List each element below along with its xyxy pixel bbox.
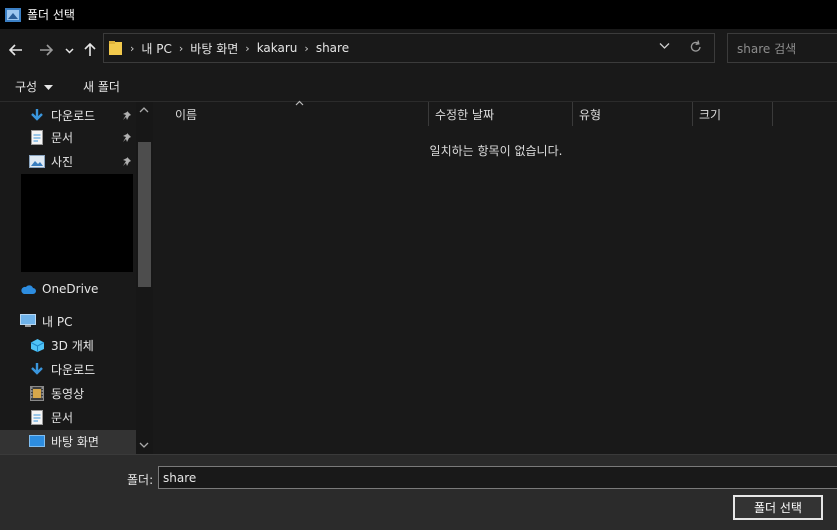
column-header-label: 크기: [699, 107, 722, 122]
column-header-size[interactable]: 크기: [693, 102, 773, 126]
cube-3d-icon: [29, 337, 45, 353]
sidebar-item-documents[interactable]: 문서: [29, 406, 73, 428]
sidebar-item-label: 동영상: [51, 386, 85, 401]
dialog-footer: 폴더: 폴더 선택: [0, 454, 837, 530]
up-button[interactable]: [81, 40, 99, 60]
download-arrow-icon: [29, 361, 45, 377]
column-header-date-modified[interactable]: 수정한 날짜: [429, 102, 573, 126]
sort-ascending-icon: [295, 99, 304, 109]
sidebar-item-label: 3D 개체: [51, 338, 94, 353]
window-title: 폴더 선택: [27, 8, 75, 22]
sidebar-item-label: 사진: [51, 154, 74, 169]
chevron-right-icon: ›: [245, 41, 250, 55]
sidebar-item-downloads[interactable]: 다운로드: [29, 358, 95, 380]
title-bar: 폴더 선택: [0, 0, 837, 29]
search-box[interactable]: share 검색: [727, 33, 837, 63]
refresh-button[interactable]: [690, 39, 702, 57]
sidebar-item-desktop[interactable]: 바탕 화면: [29, 430, 99, 452]
column-header-label: 수정한 날짜: [435, 107, 495, 122]
sidebar-thumbnail: [21, 174, 133, 272]
column-header-name[interactable]: 이름: [155, 99, 429, 126]
empty-folder-message: 일치하는 항목이 없습니다.: [429, 144, 563, 158]
breadcrumb-kakaru[interactable]: kakaru: [257, 41, 298, 55]
sidebar-item-documents-quick[interactable]: 문서: [29, 126, 73, 148]
folder-name-input[interactable]: [158, 466, 837, 489]
new-folder-button[interactable]: 새 폴더: [83, 78, 120, 95]
sidebar-item-this-pc[interactable]: 내 PC: [20, 310, 72, 332]
sidebar-item-label: 다운로드: [51, 362, 96, 377]
sidebar-item-3d-objects[interactable]: 3D 개체: [29, 334, 94, 356]
scrollbar-thumb[interactable]: [138, 142, 151, 287]
download-arrow-icon: [29, 107, 45, 123]
chevron-down-icon: [659, 43, 670, 49]
sidebar-item-label: 문서: [51, 130, 74, 145]
search-placeholder: share 검색: [737, 41, 797, 56]
breadcrumb-this-pc[interactable]: 내 PC: [141, 40, 171, 57]
document-icon: [29, 409, 45, 425]
app-icon: [5, 7, 21, 23]
chevron-right-icon: ›: [178, 41, 184, 55]
sidebar-item-label: 내 PC: [42, 314, 73, 329]
file-list: 이름 수정한 날짜 유형 크기 일치하는 항목이 없습니다.: [155, 99, 837, 454]
column-header-label: 유형: [579, 107, 602, 122]
back-button[interactable]: [6, 40, 26, 60]
organize-button[interactable]: 구성: [15, 78, 53, 95]
document-icon: [29, 129, 45, 145]
sidebar-item-label: 문서: [51, 410, 74, 425]
arrow-left-icon: [9, 44, 22, 56]
video-icon: [29, 385, 45, 401]
sidebar-item-downloads-quick[interactable]: 다운로드: [29, 104, 95, 126]
chevron-right-icon: ›: [130, 41, 135, 55]
organize-label: 구성: [15, 80, 38, 94]
pictures-icon: [29, 153, 45, 169]
forward-button[interactable]: [36, 40, 56, 60]
scroll-up-icon[interactable]: [139, 106, 149, 116]
cloud-icon: [20, 281, 36, 297]
sidebar-item-videos[interactable]: 동영상: [29, 382, 84, 404]
sidebar-item-label: 다운로드: [51, 108, 96, 123]
desktop-icon: [29, 433, 45, 449]
folder-icon: [109, 40, 123, 56]
sidebar-item-pictures-quick[interactable]: 사진: [29, 150, 73, 172]
caret-down-icon: [43, 85, 53, 90]
folder-label: 폴더:: [127, 473, 154, 487]
sidebar-item-label: OneDrive: [42, 282, 99, 296]
address-dropdown-button[interactable]: [659, 40, 670, 54]
arrow-right-icon: [40, 44, 53, 56]
breadcrumb-desktop[interactable]: 바탕 화면: [190, 40, 238, 57]
select-folder-button[interactable]: 폴더 선택: [733, 495, 823, 520]
command-bar: 구성 새 폴더: [0, 67, 837, 102]
pin-icon[interactable]: [122, 132, 132, 142]
recent-locations-button[interactable]: [62, 40, 76, 60]
navigation-pane: 다운로드 문서 사진 OneDrive 내 PC 3D 개체 다운로드 동영상 …: [0, 102, 153, 454]
pin-icon[interactable]: [122, 156, 132, 166]
refresh-icon: [690, 40, 701, 52]
sidebar-item-onedrive[interactable]: OneDrive: [20, 278, 98, 300]
arrow-up-icon: [84, 43, 96, 56]
column-header-type[interactable]: 유형: [573, 102, 693, 126]
chevron-right-icon: ›: [304, 41, 309, 55]
breadcrumb-share[interactable]: share: [316, 41, 349, 55]
scroll-down-icon[interactable]: [139, 442, 149, 452]
sidebar-item-label: 바탕 화면: [51, 434, 99, 449]
address-bar[interactable]: › 내 PC › 바탕 화면 › kakaru › share: [103, 33, 715, 63]
sidebar-scrollbar[interactable]: [136, 102, 153, 454]
computer-icon: [20, 313, 36, 329]
chevron-down-icon: [64, 47, 74, 54]
column-header-label: 이름: [175, 107, 198, 122]
pin-icon[interactable]: [122, 110, 132, 120]
